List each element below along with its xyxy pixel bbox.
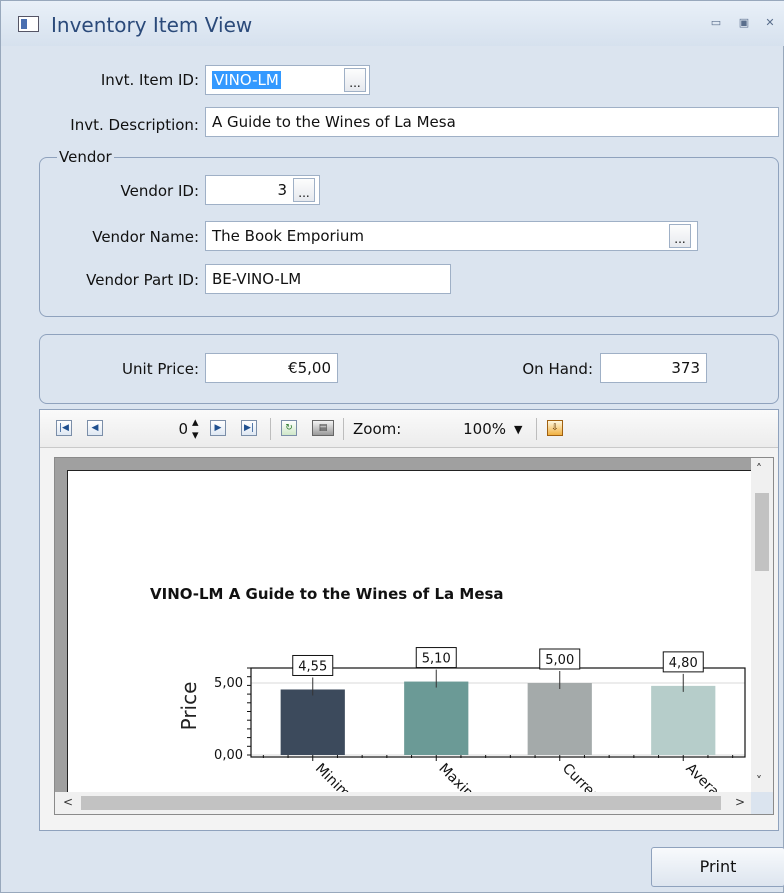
print-button[interactable]: Print	[651, 847, 784, 887]
export-icon[interactable]: ⇩	[547, 420, 563, 436]
zoom-label: Zoom:	[353, 420, 402, 438]
toolbar-separator	[270, 418, 271, 440]
chart-title: VINO-LM A Guide to the Wines of La Mesa	[150, 585, 504, 603]
title-bar: Inventory Item View ▭ ▣ ✕	[1, 1, 784, 46]
description-input[interactable]: A Guide to the Wines of La Mesa	[205, 107, 779, 137]
unit-price-label: Unit Price:	[122, 360, 199, 378]
toolbar-separator	[343, 418, 344, 440]
x-tick-label: Curren	[559, 761, 604, 795]
inventory-window: Inventory Item View ▭ ▣ ✕ Invt. Item ID:…	[0, 0, 784, 893]
item-id-label: Invt. Item ID:	[100, 71, 199, 89]
close-icon[interactable]: ✕	[763, 17, 777, 29]
minimize-icon[interactable]: ▭	[709, 17, 723, 29]
vendor-part-input[interactable]: BE-VINO-LM	[205, 264, 451, 294]
scroll-down-icon[interactable]: ˅	[756, 774, 762, 788]
report-page-area: VINO-LM A Guide to the Wines of La Mesa …	[55, 458, 753, 806]
unit-price-input[interactable]: €5,00	[205, 353, 338, 383]
report-viewer: |◀ ◀ 0 ▴ ▾ ▶ ▶| ↻ ▤ Zoom: 100% ▼ ⇩ VINO-L…	[39, 409, 779, 831]
on-hand-input[interactable]: 373	[600, 353, 707, 383]
vendor-name-label: Vendor Name:	[92, 228, 199, 246]
vertical-scrollbar[interactable]: ˄ ˅	[751, 458, 773, 794]
window-icon	[18, 16, 39, 32]
bars-group: 4,55 Minim 5,10 Maxim 5,00 Curren 4,80 Averag	[247, 647, 734, 806]
y-tick-label: 0,00	[214, 748, 243, 763]
data-label: 5,10	[422, 652, 451, 667]
vendor-group-label: Vendor	[57, 148, 114, 166]
maximize-icon[interactable]: ▣	[737, 17, 751, 29]
zoom-select[interactable]: 100%	[450, 420, 506, 438]
vendor-name-lookup-button[interactable]: ...	[669, 224, 691, 248]
report-canvas: VINO-LM A Guide to the Wines of La Mesa …	[54, 457, 774, 815]
scroll-right-icon[interactable]: >	[735, 795, 745, 809]
print-icon[interactable]: ▤	[312, 420, 334, 436]
bar	[280, 689, 345, 755]
bar	[527, 683, 592, 755]
vendor-part-label: Vendor Part ID:	[86, 271, 199, 289]
on-hand-label: On Hand:	[522, 360, 593, 378]
scroll-up-icon[interactable]: ˄	[756, 462, 762, 476]
last-page-icon[interactable]: ▶|	[241, 420, 257, 436]
vendor-id-lookup-button[interactable]: ...	[293, 178, 315, 202]
horizontal-scrollbar[interactable]: < >	[55, 792, 753, 814]
report-toolbar: |◀ ◀ 0 ▴ ▾ ▶ ▶| ↻ ▤ Zoom: 100% ▼ ⇩	[40, 410, 778, 448]
page-number-input[interactable]: 0	[158, 420, 188, 438]
price-chart: VINO-LM A Guide to the Wines of La Mesa …	[150, 585, 746, 806]
report-page: VINO-LM A Guide to the Wines of La Mesa …	[67, 470, 753, 806]
y-tick-label: 5,00	[214, 676, 243, 691]
bar	[651, 685, 716, 755]
refresh-icon[interactable]: ↻	[281, 420, 297, 436]
bar	[404, 681, 469, 755]
zoom-dropdown-icon[interactable]: ▼	[514, 423, 522, 436]
next-page-icon[interactable]: ▶	[210, 420, 226, 436]
vertical-scroll-thumb[interactable]	[755, 493, 769, 571]
page-spinner-icon[interactable]: ▴ ▾	[192, 416, 199, 442]
first-page-icon[interactable]: |◀	[56, 420, 72, 436]
item-id-value: VINO-LM	[212, 71, 281, 89]
previous-page-icon[interactable]: ◀	[87, 420, 103, 436]
data-label: 4,80	[669, 656, 698, 671]
y-axis-label: Price	[177, 682, 201, 731]
description-label: Invt. Description:	[70, 116, 199, 134]
vendor-name-input[interactable]: The Book Emporium	[205, 221, 698, 251]
toolbar-separator	[536, 418, 537, 440]
scrollbar-corner	[751, 792, 773, 814]
vendor-id-label: Vendor ID:	[120, 182, 200, 200]
x-tick-label: Minim	[312, 761, 353, 795]
item-lookup-button[interactable]: ...	[344, 68, 366, 92]
horizontal-scroll-thumb[interactable]	[81, 796, 721, 810]
x-tick-label: Averag	[682, 761, 728, 795]
data-label: 5,00	[545, 653, 574, 668]
x-tick-label: Maxim	[435, 761, 479, 795]
scroll-left-icon[interactable]: <	[63, 795, 73, 809]
window-title: Inventory Item View	[51, 13, 253, 37]
data-label: 4,55	[298, 659, 327, 674]
